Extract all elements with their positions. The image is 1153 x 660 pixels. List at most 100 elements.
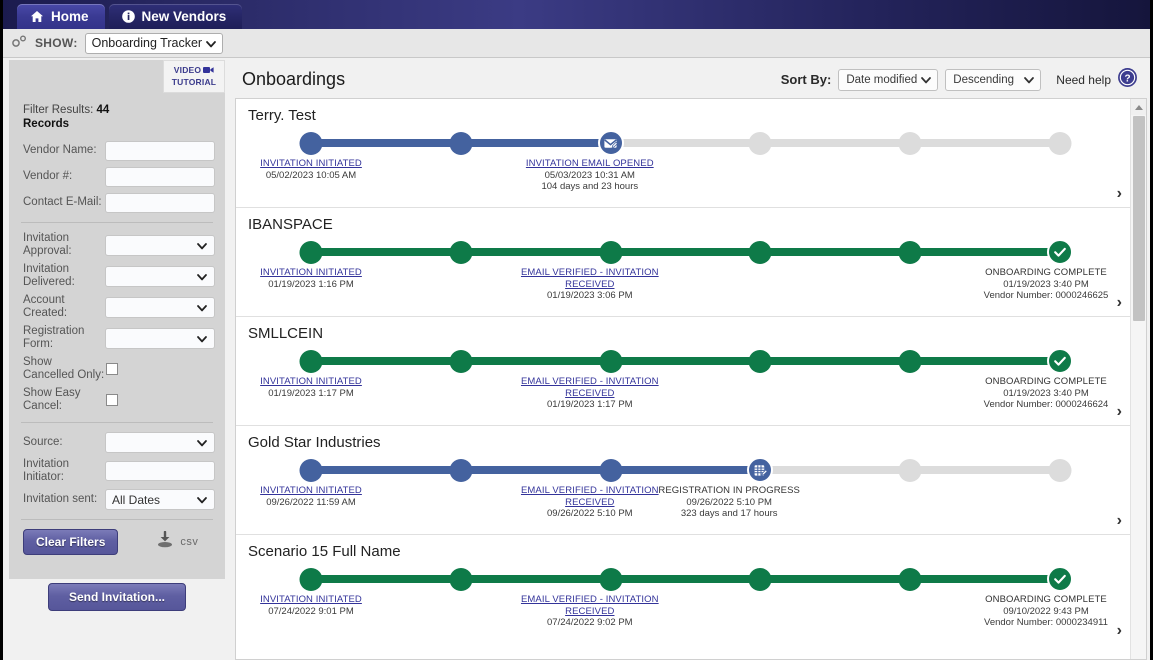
progress-track — [299, 128, 1072, 158]
send-invitation-button[interactable]: Send Invitation... — [47, 583, 186, 611]
vendor-name-input[interactable] — [105, 140, 215, 161]
progress-node-pending[interactable] — [898, 459, 922, 482]
account-created-label: Account Created: — [23, 294, 68, 319]
progress-node-done[interactable] — [898, 568, 922, 591]
invitation-approval-label: Invitation Approval: — [23, 232, 72, 257]
vertical-scrollbar[interactable] — [1130, 99, 1146, 659]
progress-node-current[interactable] — [1047, 566, 1073, 592]
question-mark-icon[interactable]: ? — [1118, 67, 1137, 92]
progress-node-done[interactable] — [898, 241, 922, 264]
progress-node-done[interactable] — [299, 241, 323, 264]
progress-track — [299, 237, 1073, 267]
progress-node-pending[interactable] — [748, 132, 772, 155]
progress-node-current[interactable] — [597, 130, 624, 156]
progress-node-done[interactable] — [449, 350, 473, 373]
onboarding-record[interactable]: Gold Star Industries INVITATION INITIATED… — [236, 426, 1130, 535]
account-created-select[interactable] — [105, 296, 215, 318]
record-expand-chevron-icon[interactable]: › — [1117, 295, 1122, 311]
progress-node-done[interactable] — [748, 350, 772, 373]
progress-node-done[interactable] — [599, 459, 623, 482]
sort-direction-select[interactable]: Descending — [945, 68, 1042, 91]
record-expand-chevron-icon[interactable]: › — [1117, 404, 1122, 420]
progress-track — [299, 346, 1073, 376]
show-cancelled-only-checkbox[interactable] — [106, 363, 118, 375]
step-title[interactable]: EMAIL VERIFIED - INVITATION RECEIVED — [516, 267, 664, 290]
arrow-up-icon — [1134, 104, 1143, 110]
step-title: REGISTRATION IN PROGRESS — [658, 485, 800, 496]
filter-row-vendor-number: Vendor #: — [19, 166, 215, 187]
scroll-up-button[interactable] — [1131, 99, 1146, 115]
progress-node-done[interactable] — [748, 568, 772, 591]
chevron-down-icon — [196, 494, 208, 509]
step-title[interactable]: EMAIL VERIFIED - INVITATION RECEIVED — [516, 594, 664, 617]
invitation-sent-select[interactable]: All Dates — [105, 489, 215, 510]
progress-node-done[interactable] — [599, 241, 623, 264]
step-title[interactable]: INVITATION INITIATED — [237, 376, 385, 388]
step-title[interactable]: INVITATION EMAIL OPENED — [516, 158, 664, 170]
video-tutorial-button[interactable]: VIDEO TUTORIAL — [163, 60, 225, 93]
send-invitation-area: Send Invitation... — [9, 583, 225, 611]
track-labels: INVITATION INITIATED 05/02/2023 10:05 AM I… — [236, 158, 1130, 210]
progress-node-done[interactable] — [599, 568, 623, 591]
progress-node-done[interactable] — [449, 132, 473, 155]
track-step-label: INVITATION EMAIL OPENED 05/03/2023 10:31 … — [516, 158, 664, 193]
registration-form-label: Registration Form: — [23, 325, 85, 350]
progress-node-pending[interactable] — [1048, 459, 1072, 482]
onboarding-record[interactable]: SMLLCEIN INVITATION INITIATED 01/19/2023 1… — [236, 317, 1130, 426]
progress-node-pending[interactable] — [1048, 132, 1072, 155]
step-datetime: 01/19/2023 1:16 PM — [268, 278, 354, 290]
step-title[interactable]: INVITATION INITIATED — [237, 485, 385, 497]
progress-node-done[interactable] — [299, 568, 323, 591]
onboardings-list-container: Terry. Test INVITATION INITIATED 05/02/202… — [235, 98, 1147, 660]
settings-gear-icon — [12, 34, 28, 52]
progress-node-done[interactable] — [748, 241, 772, 264]
export-csv-button[interactable]: csv — [156, 530, 198, 553]
filter-row-invitation-approval: Invitation Approval: — [19, 232, 215, 258]
video-tutorial-line1: VIDEO — [173, 65, 202, 75]
tab-new-vendors[interactable]: New Vendors — [108, 4, 243, 29]
show-select[interactable]: Onboarding Tracker — [84, 32, 224, 54]
progress-node-done[interactable] — [299, 132, 323, 155]
track-fill — [311, 575, 1060, 583]
progress-node-done[interactable] — [898, 350, 922, 373]
record-expand-chevron-icon[interactable]: › — [1117, 186, 1122, 202]
sort-field-select[interactable]: Date modified — [838, 68, 939, 91]
scrollbar-thumb[interactable] — [1133, 116, 1145, 321]
tab-home[interactable]: Home — [17, 4, 105, 29]
invitation-initiator-input[interactable] — [105, 461, 215, 481]
onboarding-record[interactable]: Scenario 15 Full Name INVITATION INITIATE… — [236, 535, 1130, 644]
invitation-initiator-label: Invitation Initiator: — [23, 458, 70, 483]
onboarding-record[interactable]: Terry. Test INVITATION INITIATED 05/02/202… — [236, 99, 1130, 208]
contact-email-input[interactable] — [105, 192, 215, 213]
invitation-sent-label: Invitation sent: — [23, 493, 98, 505]
progress-node-done[interactable] — [449, 241, 473, 264]
sort-by-label: Sort By: — [780, 72, 832, 87]
onboarding-record[interactable]: IBANSPACE INVITATION INITIATED 01/19/2023 … — [236, 208, 1130, 317]
registration-form-select[interactable] — [105, 327, 215, 349]
step-title[interactable]: EMAIL VERIFIED - INVITATION RECEIVED — [516, 376, 664, 399]
invitation-delivered-select[interactable] — [105, 265, 215, 287]
filter-results-label: Filter Results: — [23, 104, 94, 116]
record-expand-chevron-icon[interactable]: › — [1117, 623, 1122, 639]
progress-node-done[interactable] — [449, 459, 473, 482]
show-easy-cancel-checkbox[interactable] — [106, 394, 118, 406]
invitation-sent-value: All Dates — [112, 492, 161, 507]
record-expand-chevron-icon[interactable]: › — [1117, 513, 1122, 529]
invitation-approval-select[interactable] — [105, 234, 215, 256]
progress-node-done[interactable] — [299, 459, 323, 482]
vendor-number-input[interactable] — [105, 166, 215, 187]
clear-filters-button[interactable]: Clear Filters — [23, 529, 119, 555]
step-title[interactable]: INVITATION INITIATED — [237, 594, 385, 606]
progress-node-done[interactable] — [299, 350, 323, 373]
step-title[interactable]: INVITATION INITIATED — [237, 267, 385, 279]
progress-node-done[interactable] — [599, 350, 623, 373]
divider — [21, 222, 213, 223]
progress-node-done[interactable] — [449, 568, 473, 591]
progress-node-current[interactable] — [747, 457, 774, 483]
step-title[interactable]: INVITATION INITIATED — [237, 158, 385, 170]
progress-node-current[interactable] — [1047, 239, 1073, 265]
progress-node-current[interactable] — [1047, 348, 1073, 374]
progress-node-pending[interactable] — [898, 132, 922, 155]
source-select[interactable] — [105, 432, 215, 453]
step-title[interactable]: EMAIL VERIFIED - INVITATION RECEIVED — [516, 485, 664, 508]
